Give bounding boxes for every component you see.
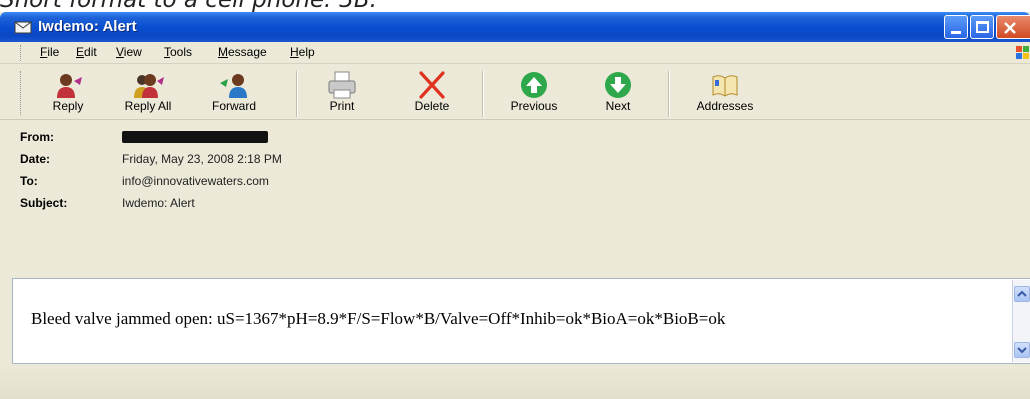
to-value[interactable]: info@innovativewaters.com [122,174,269,188]
window-title: Iwdemo: Alert [38,18,137,35]
minimize-button[interactable] [944,15,968,39]
toolbar-separator [296,71,298,117]
message-body-text: Bleed valve jammed open: uS=1367*pH=8.9*… [31,309,726,328]
to-label: To: [20,174,38,188]
title-bar[interactable]: Iwdemo: Alert [0,12,1030,42]
status-bar [0,364,1030,399]
header-row-subject: Subject: Iwdemo: Alert [20,192,1020,214]
arrow-up-circle-icon [521,72,547,98]
address-book-icon [712,75,738,97]
chevron-up-icon [1017,290,1027,297]
envelope-icon [14,21,32,34]
toolbar-separator [482,71,484,117]
next-label: Next [605,99,631,113]
menu-grip [20,45,23,61]
forward-button[interactable]: Forward [196,65,272,120]
previous-label: Previous [510,99,558,113]
reply-all-label: Reply All [124,99,172,113]
from-label: From: [20,130,54,144]
header-row-date: Date: Friday, May 23, 2008 2:18 PM [20,148,1020,170]
date-value: Friday, May 23, 2008 2:18 PM [122,152,282,166]
printer-icon [328,71,356,99]
subject-label: Subject: [20,196,68,210]
menu-edit-label: dit [84,45,97,59]
previous-button[interactable]: Previous [496,65,572,120]
close-icon [1004,22,1016,34]
menu-view-label: iew [123,45,142,59]
menu-message-mnemonic: M [218,45,228,59]
maximize-icon [976,21,989,33]
menu-tools-label: ools [170,45,193,59]
menu-help-mnemonic: H [290,45,299,59]
addresses-button[interactable]: Addresses [680,65,770,120]
reply-all-button[interactable]: Reply All [112,65,184,120]
minimize-icon [951,31,961,34]
forward-icon [220,74,247,98]
date-label: Date: [20,152,51,166]
delete-x-icon [419,71,445,99]
print-button[interactable]: Print [310,65,374,120]
menu-help[interactable]: Help [290,45,315,59]
message-header: From: Date: Friday, May 23, 2008 2:18 PM… [20,120,1030,278]
next-button[interactable]: Next [586,65,650,120]
redacted-sender [122,131,268,143]
menu-file-label: ile [47,45,60,59]
scroll-down-button[interactable] [1014,342,1030,358]
chevron-down-icon [1017,347,1027,354]
message-body[interactable]: Bleed valve jammed open: uS=1367*pH=8.9*… [12,278,1030,364]
forward-label: Forward [211,99,256,113]
toolbar-separator [668,71,670,117]
header-row-from: From: [20,126,1020,148]
header-row-to: To: info@innovativewaters.com [20,170,1020,192]
scroll-up-button[interactable] [1014,286,1030,302]
maximize-button[interactable] [970,15,994,39]
addresses-label: Addresses [696,99,754,113]
reply-all-icon [134,74,164,98]
subject-value: Iwdemo: Alert [122,196,195,210]
message-window: Iwdemo: Alert File Edit View Tools Messa… [0,12,1030,399]
vertical-scrollbar[interactable] [1012,280,1030,362]
windows-flag-icon [1016,46,1029,59]
reply-icon [57,74,82,98]
toolbar-grip [20,71,23,115]
delete-button[interactable]: Delete [400,65,464,120]
close-button[interactable] [996,15,1030,39]
reply-label: Reply [52,99,84,113]
menu-view[interactable]: View [116,45,142,59]
menu-view-mnemonic: V [116,45,124,59]
menu-message-label: essage [228,45,267,59]
menu-tools[interactable]: Tools [164,45,192,59]
menu-message[interactable]: Message [218,45,267,59]
menu-file[interactable]: File [40,45,59,59]
delete-label: Delete [414,99,450,113]
toolbar: Reply Reply All Forward Print Delete Pre… [0,65,1030,120]
print-label: Print [329,99,355,113]
menu-bar: File Edit View Tools Message Help [0,42,1030,64]
reply-button[interactable]: Reply [36,65,100,120]
arrow-down-circle-icon [605,72,631,98]
menu-help-label: elp [298,45,315,59]
menu-edit[interactable]: Edit [76,45,97,59]
menu-edit-mnemonic: E [76,45,85,59]
document-caption: Short format to a cell phone: 3B. [0,0,1030,12]
